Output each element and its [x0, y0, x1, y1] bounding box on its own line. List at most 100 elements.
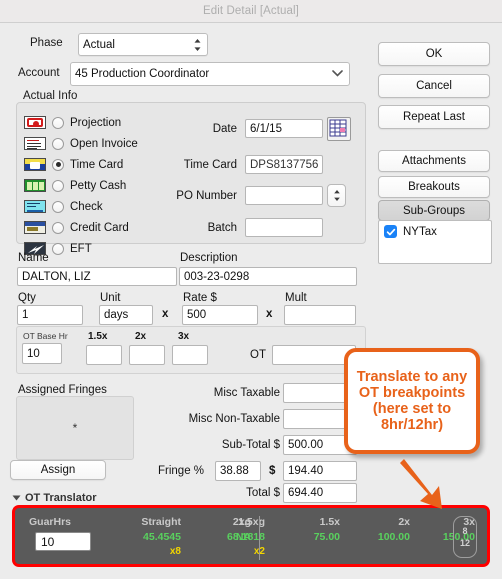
radio-row-petty-cash[interactable]: Petty Cash: [24, 177, 126, 194]
phase-select[interactable]: Actual: [78, 33, 208, 56]
ot-1-5x-input[interactable]: [86, 345, 122, 365]
ot-translator-label: OT Translator: [25, 492, 97, 504]
rate-label: Rate $: [183, 292, 217, 304]
col-header-2x: 2x: [398, 516, 410, 528]
radio-open-invoice[interactable]: [52, 137, 64, 150]
sub-groups-button[interactable]: Sub-Groups: [378, 200, 490, 221]
total-input[interactable]: 694.40: [283, 483, 357, 503]
col-header-2xg: 2xg: [232, 516, 251, 528]
sub-groups-list[interactable]: NYTax: [378, 220, 492, 264]
account-value: 45 Production Coordinator: [75, 68, 210, 80]
radio-label-check: Check: [70, 200, 103, 213]
radio-row-projection[interactable]: Projection: [24, 114, 121, 131]
ot-translator-panel: GuarHrs 10 Straight 45.4545 x8 1.5xg 68.…: [12, 505, 490, 567]
description-input[interactable]: 003-23-0298: [179, 267, 357, 286]
times-symbol-2: x: [266, 308, 273, 320]
radio-row-check[interactable]: Check: [24, 198, 103, 215]
account-label: Account: [18, 67, 60, 79]
name-label: Name: [18, 252, 49, 264]
rate-input[interactable]: 500: [182, 305, 258, 325]
fringe-amount-input[interactable]: 194.40: [283, 461, 357, 481]
radio-credit-card[interactable]: [52, 221, 64, 234]
actual-info-group-label: Actual Info: [20, 90, 81, 102]
batch-input[interactable]: [245, 218, 323, 237]
times-symbol-1: x: [162, 308, 169, 320]
ok-button[interactable]: OK: [378, 42, 490, 66]
ot-base-hr-input[interactable]: 10: [22, 343, 62, 364]
radio-label-petty-cash: Petty Cash: [70, 179, 127, 192]
radio-check[interactable]: [52, 200, 64, 213]
chevron-down-icon[interactable]: [332, 68, 343, 80]
guarhrs-input[interactable]: 10: [35, 532, 91, 551]
breakouts-button[interactable]: Breakouts: [378, 176, 490, 198]
misc-non-taxable-label: Misc Non-Taxable: [188, 413, 280, 425]
misc-taxable-label: Misc Taxable: [213, 387, 280, 399]
po-number-label: PO Number: [176, 190, 237, 202]
attachments-button[interactable]: Attachments: [378, 150, 490, 172]
edit-detail-window: Edit Detail [Actual] Phase Actual Accoun…: [0, 0, 502, 579]
mult-label: Mult: [285, 292, 307, 304]
ot-3x-label: 3x: [178, 331, 190, 342]
qty-input[interactable]: 1: [17, 305, 83, 325]
assigned-fringes-label: Assigned Fringes: [18, 384, 107, 396]
fringe-pct-label: Fringe %: [158, 465, 205, 477]
ot-base-hr-label: OT Base Hr: [23, 331, 68, 341]
po-number-input[interactable]: [245, 186, 323, 205]
column-divider: [259, 516, 260, 560]
col-value-2xg: NA: [235, 531, 251, 543]
list-item[interactable]: NYTax: [379, 221, 491, 238]
breakpoint-badge-top: 8: [462, 526, 468, 536]
description-label: Description: [180, 252, 238, 264]
projection-icon: [24, 116, 46, 129]
col-header-1-5x: 1.5x: [319, 516, 340, 528]
ot-2x-label: 2x: [135, 331, 147, 342]
radio-row-credit-card[interactable]: Credit Card: [24, 219, 129, 236]
breakpoint-badge[interactable]: 8 12: [453, 516, 477, 558]
qty-label: Qty: [18, 292, 36, 304]
radio-row-time-card[interactable]: Time Card: [24, 156, 123, 173]
ot-translator-disclosure[interactable]: OT Translator: [12, 492, 97, 504]
window-titlebar: Edit Detail [Actual]: [0, 0, 502, 23]
cancel-button[interactable]: Cancel: [378, 74, 490, 98]
disclosure-triangle-icon[interactable]: [12, 495, 21, 501]
date-input[interactable]: 6/1/15: [245, 119, 323, 138]
batch-label: Batch: [207, 222, 237, 234]
stepper-updown-icon[interactable]: [193, 38, 202, 52]
breakpoint-badge-bottom: 12: [459, 538, 470, 548]
list-item-label: NYTax: [403, 225, 437, 238]
check-icon: [24, 200, 46, 213]
radio-label-time-card: Time Card: [70, 158, 124, 171]
ot-3x-input[interactable]: [172, 345, 208, 365]
assigned-fringes-box[interactable]: *: [16, 396, 134, 460]
po-number-stepper[interactable]: [327, 184, 346, 207]
timecard-icon: [24, 158, 46, 171]
assign-button[interactable]: Assign: [10, 460, 106, 480]
time-card-input[interactable]: DPS8137756: [245, 155, 323, 174]
col-value-straight: 45.4545: [143, 531, 181, 543]
account-select[interactable]: 45 Production Coordinator: [70, 62, 350, 86]
radio-time-card[interactable]: [52, 158, 64, 171]
repeat-last-button[interactable]: Repeat Last: [378, 105, 490, 129]
phase-value: Actual: [83, 38, 115, 51]
radio-row-open-invoice[interactable]: Open Invoice: [24, 135, 138, 152]
total-label: Total $: [246, 487, 280, 499]
radio-petty-cash[interactable]: [52, 179, 64, 192]
radio-eft[interactable]: [52, 242, 64, 255]
creditcard-icon: [24, 221, 46, 234]
ot-label: OT: [250, 349, 266, 361]
calendar-icon[interactable]: [327, 117, 351, 141]
fringe-pct-input[interactable]: 38.88: [215, 461, 261, 481]
mult-input[interactable]: [284, 305, 356, 325]
col-mult-1-5xg: x2: [175, 546, 265, 557]
sub-total-label: Sub-Total $: [221, 439, 280, 451]
unit-input[interactable]: days: [99, 305, 153, 325]
annotation-arrow-icon: [400, 459, 442, 509]
name-input[interactable]: DALTON, LIZ: [17, 267, 177, 286]
radio-label-open-invoice: Open Invoice: [70, 137, 138, 150]
ot-2x-input[interactable]: [129, 345, 165, 365]
radio-projection[interactable]: [52, 116, 64, 129]
col-header-straight: Straight: [141, 516, 181, 528]
annotation-callout: Translate to any OT breakpoints (here se…: [344, 348, 480, 454]
ot-1-5x-label: 1.5x: [88, 331, 108, 342]
checkbox-checked-icon[interactable]: [384, 225, 397, 238]
